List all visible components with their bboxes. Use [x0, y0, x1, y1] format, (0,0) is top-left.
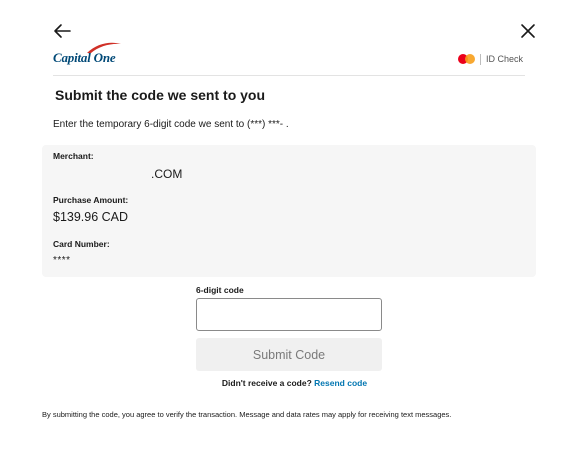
arrow-left-icon: [54, 24, 71, 38]
badge-divider: [480, 53, 481, 65]
id-check-label: ID Check: [486, 54, 524, 64]
purchase-amount-value: $139.96 CAD: [53, 210, 129, 224]
close-button[interactable]: [519, 22, 537, 40]
merchant-value: .COM: [151, 167, 183, 181]
card-number-label: Card Number:: [53, 239, 110, 249]
code-field-label: 6-digit code: [196, 285, 244, 295]
mastercard-icon: [458, 53, 476, 65]
merchant-label: Merchant:: [53, 151, 94, 161]
card-number-value: ****: [53, 255, 71, 266]
resend-row: Didn't receive a code? Resend code: [0, 378, 581, 388]
back-button[interactable]: [52, 22, 72, 40]
submit-code-button[interactable]: Submit Code: [196, 338, 382, 371]
capital-one-logo: Capital One: [53, 41, 125, 67]
resend-question: Didn't receive a code?: [221, 378, 312, 388]
disclaimer-text: By submitting the code, you agree to ver…: [42, 410, 452, 419]
instruction-text: Enter the temporary 6-digit code we sent…: [53, 119, 289, 130]
page-title: Submit the code we sent to you: [55, 87, 266, 103]
transaction-details-panel: Merchant: .COM Purchase Amount: $139.96 …: [42, 145, 536, 277]
logo-text: Capital One: [53, 50, 116, 65]
close-icon: [521, 24, 535, 38]
code-input[interactable]: [196, 298, 382, 331]
purchase-amount-label: Purchase Amount:: [53, 195, 129, 205]
resend-code-link[interactable]: Resend code: [314, 378, 367, 388]
id-check-badge: ID Check: [458, 52, 523, 66]
header-divider: [53, 75, 525, 76]
